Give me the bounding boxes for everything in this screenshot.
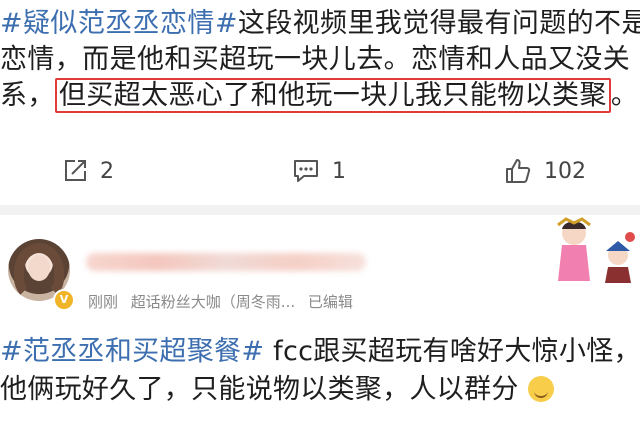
shush-face-emoji — [527, 376, 554, 402]
highlighted-sentence: 但买超太恶心了和他玩一块儿我只能物以类聚 — [54, 78, 611, 113]
like-button[interactable]: 102 — [504, 150, 586, 192]
user-title: 超话粉丝大咖（周冬雨... — [130, 293, 296, 311]
like-count: 102 — [544, 158, 586, 184]
post-1-line-2: 恋情，而是他和买超玩一块儿去。恋情和人品又没关 — [0, 44, 631, 75]
vip-badge-icon: V — [53, 289, 75, 311]
post-1-action-bar: 2 1 102 — [0, 150, 640, 192]
post-1-hashtag[interactable]: #疑似范丞丞恋情# — [0, 8, 238, 39]
comment-count: 1 — [332, 158, 346, 184]
post-1-text-3b: 。 — [610, 80, 639, 111]
post-2-body: #范丞丞和买超聚餐# fcc跟买超玩有啥好大惊小怪， 他俩玩好久了，只能说物以类聚… — [0, 333, 640, 409]
post-1: #疑似范丞丞恋情#这段视频里我觉得最有问题的不是 恋情，而是他和买超玩一块儿去。… — [0, 0, 640, 114]
username-blurred[interactable] — [86, 253, 366, 271]
repost-button[interactable]: 2 — [62, 150, 114, 192]
post-1-line-1: #疑似范丞丞恋情#这段视频里我觉得最有问题的不是 — [0, 6, 640, 42]
post-2-text-2: 他俩玩好久了，只能说物以类聚，人以群分 — [0, 374, 519, 405]
post-2: V 刚刚 超话粉丝大咖（周冬雨... 已编辑 #范丞丞和买超聚餐# fcc跟买超… — [0, 215, 640, 425]
post-time: 刚刚 — [88, 293, 119, 311]
edited-label: 已编辑 — [307, 293, 353, 311]
post-1-text-1: 这段视频里我觉得最有问题的不是 — [237, 8, 640, 39]
post-2-meta: 刚刚 超话粉丝大咖（周冬雨... 已编辑 — [88, 291, 361, 312]
share-icon — [65, 160, 86, 181]
post-2-hashtag[interactable]: #范丞丞和买超聚餐# — [0, 336, 264, 367]
thumbs-up-icon — [506, 159, 531, 183]
post-2-text-1: fcc跟买超玩有啥好大惊小怪， — [264, 336, 640, 367]
post-1-text-3a: 系， — [0, 80, 55, 111]
comment-icon — [294, 160, 318, 182]
post-1-line-3: 系， 但买超太恶心了和他玩一块儿我只能物以类聚。 — [0, 78, 638, 114]
sticker-image — [557, 217, 635, 283]
repost-count: 2 — [100, 158, 114, 184]
section-divider — [0, 205, 640, 215]
comment-button[interactable]: 1 — [292, 150, 346, 192]
